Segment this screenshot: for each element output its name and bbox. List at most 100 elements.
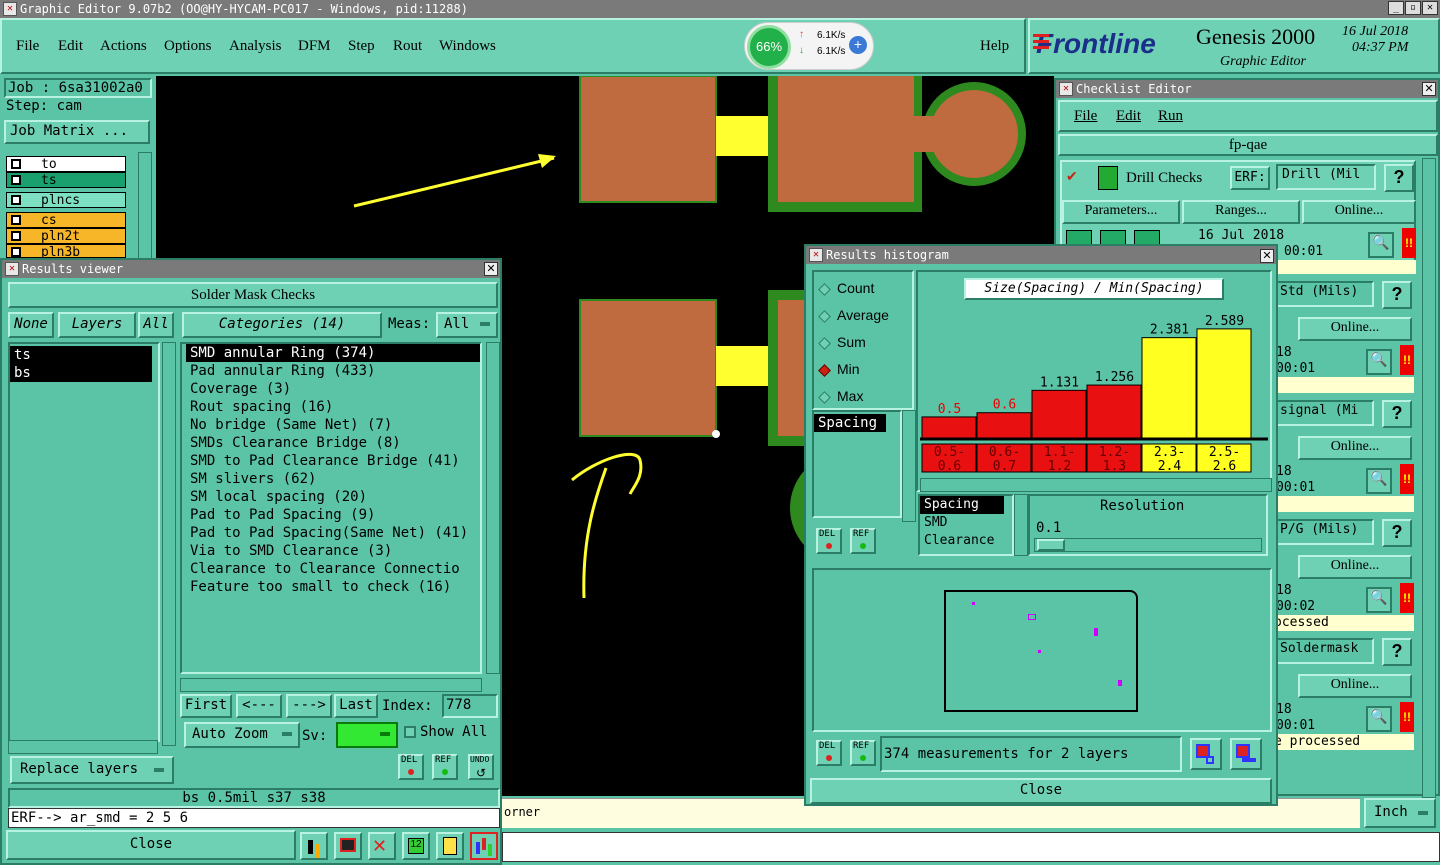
compare-icon[interactable]: 12 xyxy=(402,832,430,860)
layer-checkbox[interactable] xyxy=(11,195,21,205)
del-icon[interactable]: DEL xyxy=(398,754,424,780)
menu-analysis[interactable]: Analysis xyxy=(229,38,282,55)
plus-icon[interactable]: + xyxy=(849,36,867,54)
all-button[interactable]: All xyxy=(138,312,174,338)
category-list-vscroll[interactable] xyxy=(486,342,500,674)
list-item[interactable]: SMD xyxy=(920,514,1012,532)
error-flag-icon[interactable]: !! xyxy=(1400,583,1414,613)
no-ref-icon[interactable]: ✕ xyxy=(368,832,396,860)
location-preview[interactable] xyxy=(812,568,1272,732)
layer-row-pln3b[interactable]: pln3b xyxy=(6,244,126,258)
layer-row-cs[interactable]: cs xyxy=(6,212,126,228)
histogram-bar[interactable] xyxy=(1086,384,1142,439)
error-flag-icon[interactable]: !! xyxy=(1400,345,1414,375)
job-matrix-button[interactable]: Job Matrix ... xyxy=(4,120,150,144)
list-item[interactable]: SM slivers (62) xyxy=(186,470,480,488)
histogram-bar[interactable] xyxy=(921,416,977,439)
help-button[interactable]: ? xyxy=(1384,164,1414,192)
layer-checkbox[interactable] xyxy=(11,215,21,225)
layer-list-hscroll[interactable] xyxy=(8,740,158,754)
hist-ref-icon[interactable]: REF xyxy=(850,528,876,554)
mode-count-radio[interactable]: Count xyxy=(818,280,874,296)
show-all-checkbox[interactable] xyxy=(404,726,416,738)
histogram-icon[interactable] xyxy=(470,832,498,860)
layer-list-vscroll[interactable] xyxy=(162,342,176,746)
menu-edit[interactable]: Edit xyxy=(58,38,83,55)
histogram-bar[interactable] xyxy=(1031,389,1087,439)
zoom-icon[interactable]: 🔍 xyxy=(1366,706,1392,732)
mode-average-radio[interactable]: Average xyxy=(818,307,889,323)
monitor-icon[interactable] xyxy=(334,832,362,860)
online-button[interactable]: Online... xyxy=(1298,317,1412,341)
histogram-close-icon[interactable]: ✕ xyxy=(1260,249,1274,263)
undo-icon[interactable]: UNDO ↺ xyxy=(468,754,494,780)
minimize-button[interactable]: _ xyxy=(1388,1,1404,15)
layer-row-to[interactable]: to xyxy=(6,156,126,172)
menu-rout[interactable]: Rout xyxy=(393,38,422,55)
list-item[interactable]: Pad annular Ring (433) xyxy=(186,362,480,380)
menu-windows[interactable]: Windows xyxy=(439,38,496,55)
app-close-icon[interactable]: ✕ xyxy=(3,2,17,16)
next-button[interactable]: ---> xyxy=(286,694,332,718)
online-button[interactable]: Online... xyxy=(1302,200,1416,224)
prev-button[interactable]: <--- xyxy=(236,694,282,718)
measure-list-vscroll[interactable] xyxy=(902,410,916,522)
sub-list-vscroll[interactable] xyxy=(1014,494,1028,556)
list-item[interactable]: Pad to Pad Spacing(Same Net) (41) xyxy=(186,524,480,542)
list-item[interactable]: Pad to Pad Spacing (9) xyxy=(186,506,480,524)
mode-sum-radio[interactable]: Sum xyxy=(818,334,866,350)
checklist-close-icon[interactable]: ✕ xyxy=(1422,82,1436,96)
menu-options[interactable]: Options xyxy=(164,38,212,55)
category-list-hscroll[interactable] xyxy=(180,678,482,692)
results-viewer-close-button[interactable]: Close xyxy=(6,830,296,860)
layer-checkbox[interactable] xyxy=(11,159,21,169)
mode-min-radio[interactable]: Min xyxy=(818,361,860,377)
list-item[interactable]: SMD annular Ring (374) xyxy=(186,344,480,362)
layer-row-plncs[interactable]: plncs xyxy=(6,192,126,208)
list-item[interactable]: Clearance to Clearance Connectio xyxy=(186,560,480,578)
command-line[interactable] xyxy=(502,832,1440,862)
help-button[interactable]: ? xyxy=(1382,400,1412,428)
show-result-icon[interactable] xyxy=(1230,738,1262,770)
zoom-icon[interactable]: 🔍 xyxy=(1366,349,1392,375)
list-item[interactable]: Rout spacing (16) xyxy=(186,398,480,416)
online-button[interactable]: Online... xyxy=(1298,674,1412,698)
layer-checkbox[interactable] xyxy=(11,231,21,241)
help-button[interactable]: ? xyxy=(1382,519,1412,547)
list-item[interactable]: Coverage (3) xyxy=(186,380,480,398)
help-button[interactable]: ? xyxy=(1382,281,1412,309)
zoom-to-result-icon[interactable] xyxy=(1190,738,1222,770)
first-button[interactable]: First xyxy=(180,694,232,718)
histogram-chart[interactable]: 0.50.5-0.60.60.6-0.71.1311.1-1.21.2561.2… xyxy=(918,272,1270,490)
layers-button[interactable]: Layers xyxy=(58,312,136,338)
list-item[interactable]: SM local spacing (20) xyxy=(186,488,480,506)
last-button[interactable]: Last xyxy=(334,694,378,718)
list-item[interactable]: Clearance xyxy=(920,532,1012,550)
erf-value[interactable]: Drill (Mil xyxy=(1276,164,1376,190)
online-button[interactable]: Online... xyxy=(1298,436,1412,460)
none-button[interactable]: None xyxy=(8,312,54,338)
close-button[interactable]: ✕ xyxy=(1422,1,1438,15)
zoom-icon[interactable]: 🔍 xyxy=(1366,468,1392,494)
checklist-vscroll[interactable] xyxy=(1422,158,1436,798)
list-item[interactable]: Spacing xyxy=(814,414,886,432)
menu-actions[interactable]: Actions xyxy=(100,38,147,55)
list-item[interactable]: Via to SMD Clearance (3) xyxy=(186,542,480,560)
results-viewer-menu-icon[interactable]: ✕ xyxy=(5,262,19,276)
zoom-icon[interactable]: 🔍 xyxy=(1368,232,1394,258)
histogram-menu-icon[interactable]: ✕ xyxy=(809,248,823,262)
maximize-button[interactable]: ▫ xyxy=(1405,1,1421,15)
list-item[interactable]: No bridge (Same Net) (7) xyxy=(186,416,480,434)
layer-row-pln2t[interactable]: pln2t xyxy=(6,228,126,244)
histogram-close-button[interactable]: Close xyxy=(810,778,1272,804)
measure-list[interactable]: Spacing xyxy=(812,410,902,518)
menu-dfm[interactable]: DFM xyxy=(298,38,331,55)
meas-dropdown[interactable]: All xyxy=(436,312,498,338)
report-icon[interactable] xyxy=(436,832,464,860)
erf-value[interactable]: signal (Mi xyxy=(1274,400,1374,426)
slider-handle[interactable] xyxy=(1037,539,1065,551)
online-button[interactable]: Online... xyxy=(1298,555,1412,579)
checklist-menu-run[interactable]: Run xyxy=(1158,108,1183,125)
erf-value[interactable]: Std (Mils) xyxy=(1274,281,1374,307)
checklist-menu-file[interactable]: File xyxy=(1074,108,1097,125)
